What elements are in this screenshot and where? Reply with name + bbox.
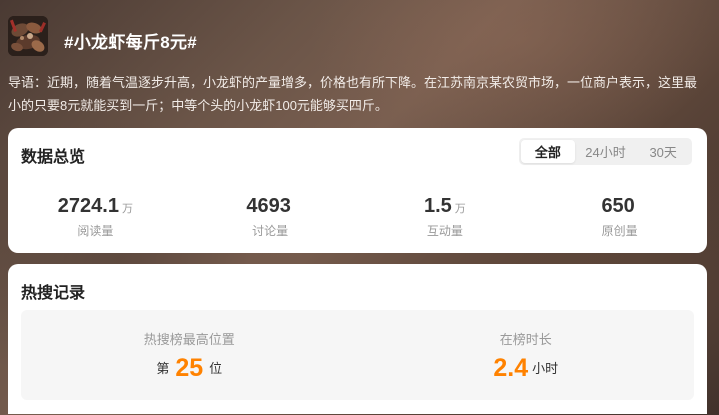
peak-rank-prefix: 第 — [156, 361, 170, 376]
topic-title: #小龙虾每斤8元# — [64, 33, 198, 52]
stat-label: 原创量 — [601, 224, 638, 238]
tab-24-hours[interactable]: 24小时 — [579, 140, 633, 163]
stat-value: 2724.1 — [57, 195, 119, 217]
stat-label: 互动量 — [426, 224, 463, 238]
stat-interactions: 1.5 万 互动量 — [358, 194, 533, 239]
duration-label: 在榜时长 — [499, 332, 552, 347]
peak-rank-value: 25 — [175, 354, 204, 382]
hot-search-record-card: 热搜记录 热搜榜最高位置 第 25 位 在榜时长 2.4 小时 — [8, 264, 707, 414]
stat-value: 650 — [601, 195, 635, 217]
stat-label: 阅读量 — [77, 224, 114, 238]
stat-reads: 2724.1 万 阅读量 — [8, 194, 183, 239]
duration-block: 在榜时长 2.4 小时 — [358, 310, 695, 400]
peak-rank-block: 热搜榜最高位置 第 25 位 — [21, 310, 358, 400]
overview-title: 数据总览 — [21, 149, 86, 166]
stat-value: 1.5 — [423, 195, 452, 217]
stat-value: 4693 — [246, 195, 291, 217]
topic-header: #小龙虾每斤8元# — [8, 16, 711, 64]
data-overview-card: 数据总览 全部 24小时 30天 2724.1 万 阅读量 4693 讨论量 1.… — [8, 128, 707, 253]
duration-unit: 小时 — [532, 361, 559, 376]
stat-unit: 万 — [454, 203, 466, 215]
stat-label: 讨论量 — [252, 224, 289, 238]
hot-search-title: 热搜记录 — [21, 285, 86, 302]
stat-unit: 万 — [121, 203, 133, 215]
hot-search-stats: 热搜榜最高位置 第 25 位 在榜时长 2.4 小时 — [21, 310, 694, 400]
tab-30-days[interactable]: 30天 — [636, 140, 690, 163]
stat-originals: 650 原创量 — [532, 194, 707, 239]
tab-all[interactable]: 全部 — [521, 140, 575, 163]
topic-intro: 导语：近期，随着气温逐步升高，小龙虾的产量增多，价格也有所下降。在江苏南京某农贸… — [8, 75, 698, 113]
stats-row: 2724.1 万 阅读量 4693 讨论量 1.5 万 互动量 650 原创量 — [8, 194, 707, 239]
topic-thumbnail[interactable] — [8, 16, 48, 56]
duration-value: 2.4 — [493, 354, 529, 382]
peak-rank-label: 热搜榜最高位置 — [143, 332, 235, 347]
stat-discussions: 4693 讨论量 — [183, 194, 358, 239]
crayfish-image-icon — [8, 16, 48, 56]
time-range-tabs: 全部 24小时 30天 — [519, 138, 692, 165]
peak-rank-suffix: 位 — [209, 361, 223, 376]
